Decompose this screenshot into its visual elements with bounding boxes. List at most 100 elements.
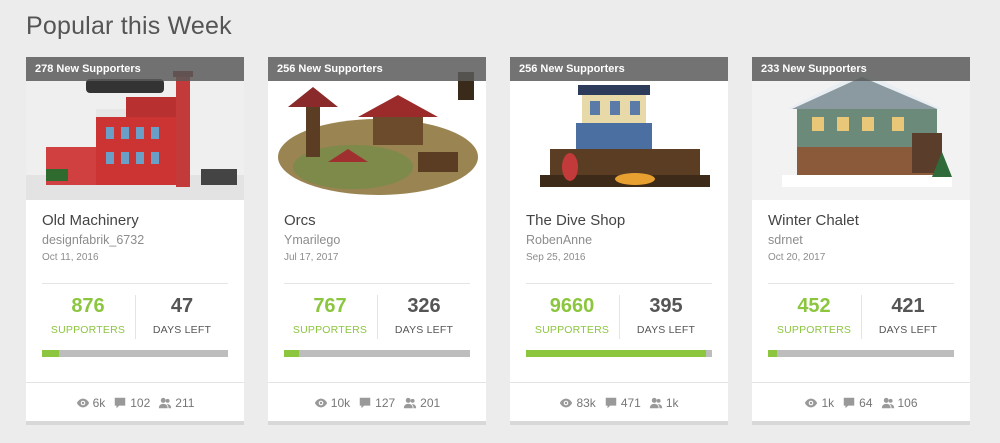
support-progress-fill [526,350,707,357]
card-stats-footer: 10k 127 201 [268,393,486,413]
days-left-stat: 395 DAYS LEFT [619,295,713,336]
supporters-stat: 767 SUPPORTERS [283,295,377,336]
supporters-label: SUPPORTERS [776,324,852,336]
card-stats-footer: 83k 471 1k [510,393,728,413]
followers-stat: 1k [649,396,679,410]
comment-icon [359,397,371,409]
views-count: 1k [821,396,835,410]
project-author[interactable]: RobenAnne [526,233,592,247]
followers-count: 106 [897,396,918,410]
views-stat: 6k [76,396,106,410]
comment-icon [843,397,855,409]
days-left-count: 395 [649,295,683,317]
supporters-stat: 9660 SUPPORTERS [525,295,619,336]
days-left-stat: 326 DAYS LEFT [377,295,471,336]
new-supporters-ribbon: 256 New Supporters [510,57,728,81]
divider [768,283,954,284]
project-date: Sep 25, 2016 [526,252,586,263]
divider [26,382,244,383]
project-image[interactable]: 278 New Supporters [26,57,244,200]
project-card[interactable]: 256 New Supporters The Dive Shop RobenAn… [510,57,728,425]
followers-stat: 201 [403,396,440,410]
supporters-count: 452 [797,295,831,317]
days-left-stat: 421 DAYS LEFT [861,295,955,336]
project-date: Oct 11, 2016 [42,252,99,263]
supporters-label: SUPPORTERS [50,324,126,336]
views-stat: 10k [314,396,350,410]
divider [510,382,728,383]
supporters-label: SUPPORTERS [534,324,610,336]
divider [752,382,970,383]
comments-count: 127 [375,396,396,410]
comments-count: 471 [620,396,641,410]
project-title[interactable]: Old Machinery [42,212,139,229]
divider [284,283,470,284]
project-title[interactable]: Orcs [284,212,316,229]
days-left-count: 326 [407,295,441,317]
new-supporters-ribbon: 278 New Supporters [26,57,244,81]
followers-stat: 106 [881,396,918,410]
support-progress-bar [42,350,228,357]
project-image[interactable]: 256 New Supporters [510,57,728,200]
project-author[interactable]: sdrnet [768,233,803,247]
comments-stat: 471 [604,396,641,410]
eye-icon [314,398,327,408]
new-supporters-ribbon: 256 New Supporters [268,57,486,81]
divider [526,283,712,284]
project-card[interactable]: 256 New Supporters Orcs Ymarilego Jul 17… [268,57,486,425]
supporters-count: 9660 [549,295,595,317]
days-left-stat: 47 DAYS LEFT [135,295,229,336]
followers-count: 201 [420,396,441,410]
days-left-label: DAYS LEFT [636,324,696,336]
days-left-count: 421 [891,295,925,317]
days-left-label: DAYS LEFT [394,324,454,336]
days-left-count: 47 [170,295,194,317]
project-date: Oct 20, 2017 [768,252,826,263]
comment-icon [605,397,617,409]
new-supporters-ribbon: 233 New Supporters [752,57,970,81]
comments-stat: 64 [842,396,873,410]
comments-stat: 127 [358,396,395,410]
followers-count: 1k [665,396,679,410]
comments-count: 64 [859,396,873,410]
section-title: Popular this Week [26,12,232,40]
supporters-count: 876 [71,295,105,317]
days-left-label: DAYS LEFT [152,324,212,336]
project-title[interactable]: The Dive Shop [526,212,625,229]
views-count: 6k [92,396,106,410]
support-progress-bar [284,350,470,357]
views-count: 83k [576,396,596,410]
support-progress-bar [526,350,712,357]
project-image[interactable]: 256 New Supporters [268,57,486,200]
project-image[interactable]: 233 New Supporters [752,57,970,200]
comments-count: 102 [130,396,151,410]
project-author[interactable]: designfabrik_6732 [42,233,144,247]
users-icon [404,397,417,409]
comments-stat: 102 [113,396,150,410]
days-left-label: DAYS LEFT [878,324,938,336]
project-card[interactable]: 278 New Supporters Old Machinery designf… [26,57,244,425]
eye-icon [560,398,573,408]
project-card[interactable]: 233 New Supporters Winter Chalet sdrnet … [752,57,970,425]
views-stat: 83k [559,396,596,410]
support-progress-bar [768,350,954,357]
divider [42,283,228,284]
support-progress-fill [42,350,59,357]
users-icon [881,397,894,409]
supporters-stat: 452 SUPPORTERS [767,295,861,336]
followers-count: 211 [175,396,195,410]
users-icon [649,397,662,409]
eye-icon [76,398,89,408]
card-stats-footer: 1k 64 106 [752,393,970,413]
project-date: Jul 17, 2017 [284,252,339,263]
comment-icon [115,397,126,409]
divider [268,382,486,383]
support-progress-fill [768,350,778,357]
users-icon [159,397,172,409]
followers-stat: 211 [158,396,194,410]
project-title[interactable]: Winter Chalet [768,212,859,229]
project-author[interactable]: Ymarilego [284,233,340,247]
views-count: 10k [330,396,351,410]
views-stat: 1k [804,396,834,410]
supporters-label: SUPPORTERS [292,324,368,336]
